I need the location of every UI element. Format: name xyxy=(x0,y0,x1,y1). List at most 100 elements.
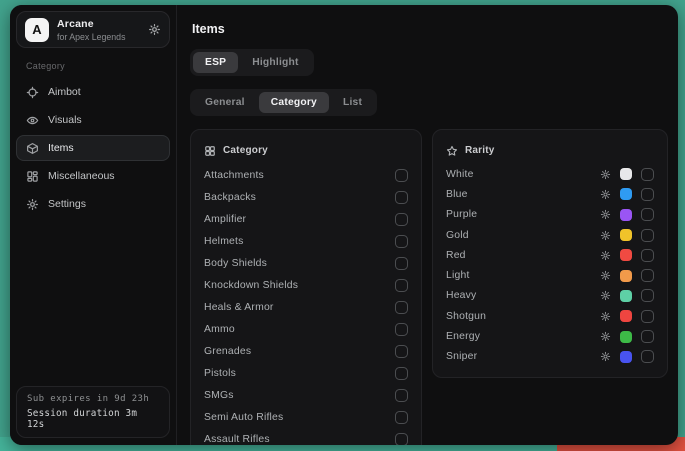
category-row: Heals & Armor xyxy=(204,296,408,318)
gear-icon[interactable] xyxy=(600,189,611,200)
box-icon xyxy=(26,142,39,155)
sidebar-section-label: Category xyxy=(26,61,176,71)
grid-icon xyxy=(26,170,39,183)
rarity-row: Light xyxy=(446,265,654,285)
checkbox[interactable] xyxy=(395,301,408,314)
sidebar-item-label: Miscellaneous xyxy=(48,170,115,182)
checkbox[interactable] xyxy=(395,323,408,336)
page-title: Items xyxy=(192,22,668,36)
star-icon xyxy=(446,145,458,157)
color-swatch[interactable] xyxy=(620,310,632,322)
sidebar: A Arcane for Apex Legends Category Aimbo… xyxy=(10,5,177,445)
checkbox[interactable] xyxy=(395,411,408,424)
category-row: Knockdown Shields xyxy=(204,274,408,296)
sidebar-item-visuals[interactable]: Visuals xyxy=(16,107,170,133)
checkbox[interactable] xyxy=(395,389,408,402)
panels-container: Category Attachments Backpacks Amplifier… xyxy=(190,129,668,445)
checkbox[interactable] xyxy=(395,433,408,446)
color-swatch[interactable] xyxy=(620,188,632,200)
tab-esp[interactable]: ESP xyxy=(193,52,238,73)
rarity-row: Gold xyxy=(446,225,654,245)
color-swatch[interactable] xyxy=(620,351,632,363)
session-duration-text: Session duration 3m 12s xyxy=(27,408,159,430)
gear-icon[interactable] xyxy=(600,331,611,342)
rarity-panel: Rarity White Blue Purple Gold Red Light … xyxy=(432,129,668,378)
gear-icon xyxy=(26,198,39,211)
sidebar-item-label: Aimbot xyxy=(48,86,81,98)
gear-icon[interactable] xyxy=(600,351,611,362)
checkbox[interactable] xyxy=(641,350,654,363)
gear-icon[interactable] xyxy=(600,250,611,261)
color-swatch[interactable] xyxy=(620,270,632,282)
grid-icon xyxy=(204,145,216,157)
checkbox[interactable] xyxy=(641,289,654,302)
checkbox[interactable] xyxy=(641,168,654,181)
color-swatch[interactable] xyxy=(620,209,632,221)
app-title: Arcane xyxy=(57,18,125,30)
checkbox[interactable] xyxy=(641,229,654,242)
tab-highlight[interactable]: Highlight xyxy=(240,52,310,73)
sidebar-item-label: Items xyxy=(48,142,74,154)
category-row: SMGs xyxy=(204,384,408,406)
checkbox[interactable] xyxy=(641,310,654,323)
color-swatch[interactable] xyxy=(620,229,632,241)
checkbox[interactable] xyxy=(395,257,408,270)
checkbox[interactable] xyxy=(395,169,408,182)
sidebar-item-settings[interactable]: Settings xyxy=(16,191,170,217)
tab-list[interactable]: List xyxy=(331,92,374,113)
gear-icon[interactable] xyxy=(148,23,161,36)
category-row: Semi Auto Rifles xyxy=(204,406,408,428)
category-panel-header: Category xyxy=(204,139,408,162)
category-row: Ammo xyxy=(204,318,408,340)
app-window: A Arcane for Apex Legends Category Aimbo… xyxy=(10,5,678,445)
rarity-row: Energy xyxy=(446,326,654,346)
checkbox[interactable] xyxy=(395,235,408,248)
color-swatch[interactable] xyxy=(620,249,632,261)
main-content: Items ESP Highlight General Category Lis… xyxy=(177,5,678,445)
sidebar-item-label: Visuals xyxy=(48,114,82,126)
rarity-row: Shotgun xyxy=(446,306,654,326)
rarity-row: Purple xyxy=(446,205,654,225)
checkbox[interactable] xyxy=(641,188,654,201)
mode-tabs: ESP Highlight xyxy=(190,49,314,76)
category-panel: Category Attachments Backpacks Amplifier… xyxy=(190,129,422,445)
color-swatch[interactable] xyxy=(620,331,632,343)
sidebar-item-miscellaneous[interactable]: Miscellaneous xyxy=(16,163,170,189)
checkbox[interactable] xyxy=(395,279,408,292)
sidebar-item-items[interactable]: Items xyxy=(16,135,170,161)
checkbox[interactable] xyxy=(641,208,654,221)
tab-category[interactable]: Category xyxy=(259,92,329,113)
category-row: Backpacks xyxy=(204,186,408,208)
category-row: Amplifier xyxy=(204,208,408,230)
gear-icon[interactable] xyxy=(600,230,611,241)
checkbox[interactable] xyxy=(395,367,408,380)
rarity-row: Blue xyxy=(446,184,654,204)
category-row: Helmets xyxy=(204,230,408,252)
gear-icon[interactable] xyxy=(600,209,611,220)
color-swatch[interactable] xyxy=(620,168,632,180)
sidebar-nav: Aimbot Visuals Items Miscellaneous Setti… xyxy=(10,79,176,217)
sidebar-item-aimbot[interactable]: Aimbot xyxy=(16,79,170,105)
checkbox[interactable] xyxy=(641,330,654,343)
gear-icon[interactable] xyxy=(600,169,611,180)
checkbox[interactable] xyxy=(395,191,408,204)
checkbox[interactable] xyxy=(641,269,654,282)
checkbox[interactable] xyxy=(395,345,408,358)
category-panel-title: Category xyxy=(223,145,268,156)
checkbox[interactable] xyxy=(641,249,654,262)
rarity-row: Red xyxy=(446,245,654,265)
category-row: Attachments xyxy=(204,164,408,186)
gear-icon[interactable] xyxy=(600,311,611,322)
gear-icon[interactable] xyxy=(600,290,611,301)
rarity-row: White xyxy=(446,164,654,184)
app-header-card: A Arcane for Apex Legends xyxy=(16,11,170,48)
checkbox[interactable] xyxy=(395,213,408,226)
rarity-panel-title: Rarity xyxy=(465,145,495,156)
rarity-panel-header: Rarity xyxy=(446,139,654,162)
category-row: Grenades xyxy=(204,340,408,362)
tab-general[interactable]: General xyxy=(193,92,257,113)
view-tabs: General Category List xyxy=(190,89,377,116)
gear-icon[interactable] xyxy=(600,270,611,281)
category-row: Assault Rifles xyxy=(204,428,408,445)
color-swatch[interactable] xyxy=(620,290,632,302)
